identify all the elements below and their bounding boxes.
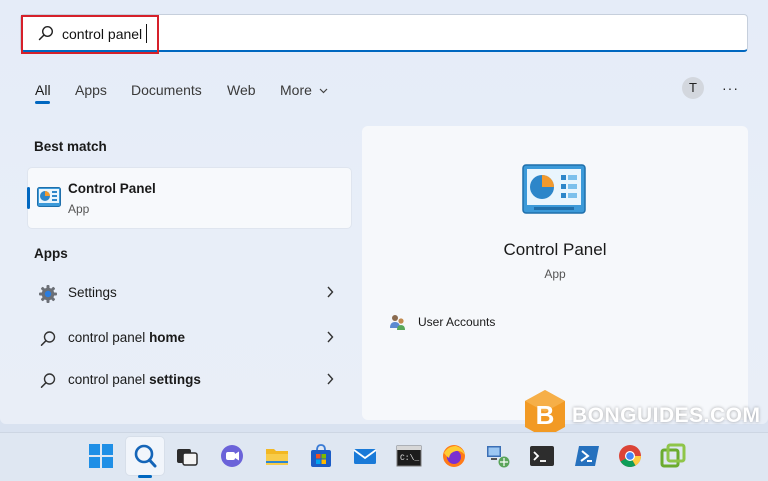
search-icon [40, 331, 56, 346]
microsoft-store-icon[interactable] [308, 443, 334, 469]
network-icon[interactable] [485, 443, 511, 469]
terminal-icon[interactable] [529, 443, 555, 469]
active-tab-indicator [35, 101, 50, 104]
list-item-label: Settings [68, 285, 117, 300]
active-app-indicator [138, 475, 152, 478]
tab-more[interactable]: More [280, 81, 328, 99]
list-item-label: control panel settings [68, 372, 201, 387]
chrome-icon[interactable] [617, 443, 643, 469]
svg-text:C:\_: C:\_ [400, 454, 419, 463]
preview-action-user-accounts[interactable]: User Accounts [418, 315, 495, 329]
chat-icon[interactable] [219, 443, 245, 469]
command-prompt-icon[interactable]: C:\_ [396, 443, 422, 469]
control-panel-icon [522, 164, 586, 214]
preview-type: App [544, 267, 566, 281]
tab-all[interactable]: All [35, 81, 51, 99]
preview-title: Control Panel [503, 240, 607, 259]
list-item-settings[interactable]: Settings [27, 276, 352, 310]
watermark-text: BONGUIDES.COM [572, 404, 761, 427]
task-view-icon[interactable] [174, 443, 200, 469]
control-panel-icon [37, 187, 61, 207]
best-match-result[interactable] [27, 167, 352, 229]
best-match-title: Control Panel [68, 181, 156, 196]
list-item-control-panel-settings[interactable]: control panel settings [27, 363, 352, 397]
taskbar [0, 432, 768, 481]
selection-indicator [27, 187, 30, 209]
tab-apps[interactable]: Apps [75, 81, 107, 99]
user-accounts-icon [390, 315, 405, 330]
search-icon [40, 373, 56, 388]
account-avatar[interactable]: T [682, 77, 704, 99]
tab-web[interactable]: Web [227, 81, 256, 99]
chevron-right-icon [327, 373, 334, 385]
best-match-type: App [68, 202, 90, 216]
firefox-icon[interactable] [441, 443, 467, 469]
best-match-heading: Best match [34, 139, 107, 154]
mail-icon[interactable] [352, 443, 378, 469]
tab-documents[interactable]: Documents [131, 81, 202, 99]
tab-more-label: More [280, 82, 312, 98]
chevron-right-icon [327, 331, 334, 343]
chevron-down-icon [319, 88, 328, 94]
chevron-right-icon [327, 286, 334, 298]
settings-gear-icon [39, 285, 57, 303]
start-search-panel: All Apps Documents Web More T ··· Best m… [0, 0, 768, 424]
list-item-control-panel-home[interactable]: control panel home [27, 321, 352, 355]
logo-letter: B [536, 400, 555, 430]
windows-start-icon[interactable] [88, 443, 114, 469]
list-item-label: control panel home [68, 330, 186, 345]
powershell-icon[interactable] [574, 443, 600, 469]
search-highlight-box [21, 15, 159, 54]
apps-heading: Apps [34, 246, 68, 261]
vmware-icon[interactable] [660, 443, 686, 469]
file-explorer-icon[interactable] [264, 443, 290, 469]
more-options-button[interactable]: ··· [722, 80, 739, 96]
search-icon [134, 444, 157, 468]
